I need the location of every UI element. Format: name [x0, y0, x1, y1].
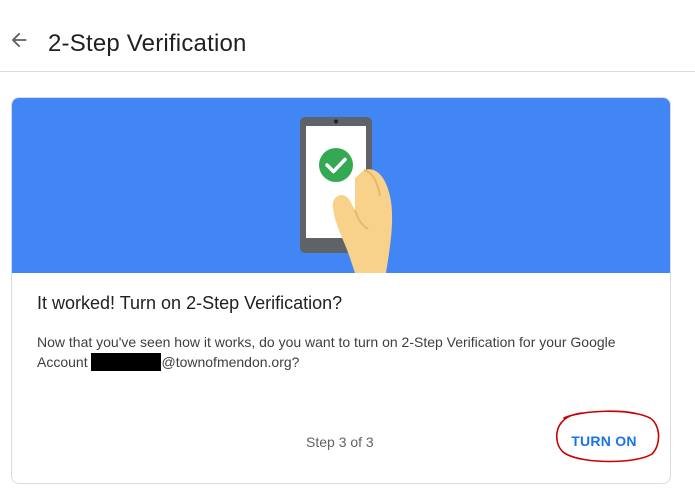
redacted-email-user — [91, 353, 162, 371]
turn-on-button[interactable]: TURN ON — [557, 423, 651, 459]
phone-with-checkmark-illustration — [300, 117, 393, 273]
page-title: 2-Step Verification — [48, 30, 247, 57]
hero-banner — [12, 98, 670, 273]
arrow-back-icon — [11, 32, 27, 48]
step-indicator: Step 3 of 3 — [306, 434, 374, 450]
card-heading: It worked! Turn on 2-Step Verification? — [37, 293, 343, 313]
card-body: Now that you've seen how it works, do yo… — [37, 332, 647, 372]
page: 2-Step Verification It worked! Turn on 2… — [0, 0, 695, 492]
email-domain: @townofmendon.org? — [161, 354, 300, 370]
header: 2-Step Verification — [0, 0, 695, 72]
back-button[interactable] — [4, 25, 34, 55]
verification-card: It worked! Turn on 2-Step Verification? … — [11, 97, 671, 484]
